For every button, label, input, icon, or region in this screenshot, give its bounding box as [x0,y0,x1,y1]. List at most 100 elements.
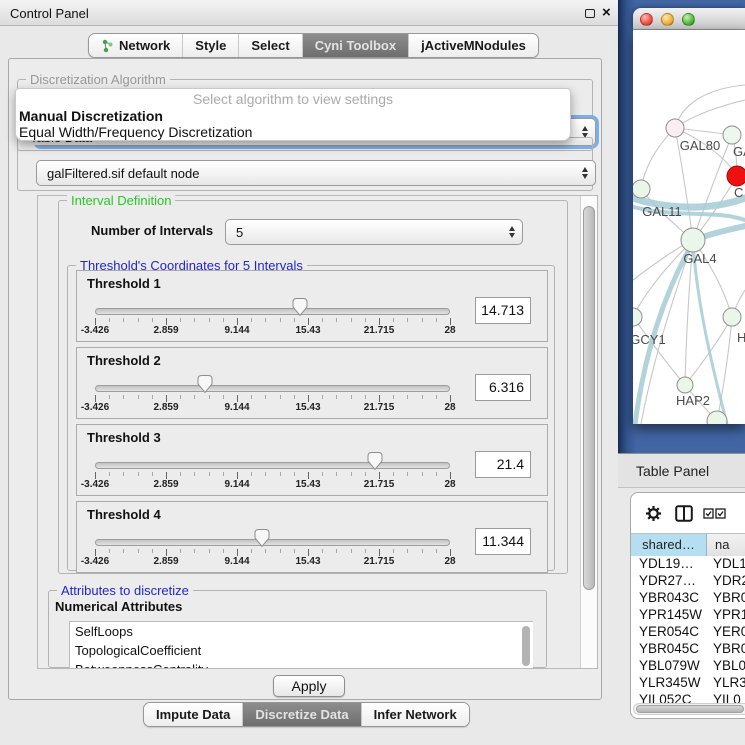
cell-name[interactable]: YIL0 [713,691,745,703]
node-red[interactable] [727,166,745,186]
cell-name[interactable]: YDR2 [713,572,745,589]
table-row[interactable]: YBR045C YBR0 [631,640,745,657]
cell-shared-name[interactable]: YIL052C [639,691,705,703]
minor-tick [336,549,337,553]
slider-thumb[interactable] [253,528,271,548]
tab-discretize-data[interactable]: Discretize Data [242,703,360,726]
cell-name[interactable]: YBR0 [713,640,745,657]
cell-shared-name[interactable]: YER054C [639,623,705,640]
minor-tick [365,549,366,553]
columns-icon[interactable] [675,505,693,522]
numerical-attributes-list[interactable]: SelfLoopsTopologicalCoefficientBetweenne… [69,621,533,668]
attribute-item-topologicalcoefficient[interactable]: TopologicalCoefficient [70,641,533,660]
cell-name[interactable]: YPR1 [713,606,745,623]
pane-scrollbar[interactable] [580,196,597,668]
threshold-value-field[interactable]: 14.713 [475,297,531,324]
table-data-select[interactable]: galFiltered.sif default node [36,160,596,186]
table-row[interactable]: YDL19… YDL1 [631,555,745,572]
attribute-item-betweennesscentrality[interactable]: BetweennessCentrality [70,660,533,668]
cell-shared-name[interactable]: YPR145W [639,606,705,623]
network-edge[interactable] [717,317,732,421]
node-hap2[interactable] [677,377,693,393]
cell-name[interactable]: YDL1 [713,555,745,572]
list-scrollbar-thumb[interactable] [522,626,530,666]
tab-label: Impute Data [156,707,230,722]
table-row[interactable]: YBL079W YBL0 [631,657,745,674]
number-of-intervals-select[interactable]: 5 [225,219,523,245]
table-horizontal-scrollbar[interactable] [633,703,745,715]
slider-track[interactable] [95,308,450,315]
major-tick [95,549,96,556]
table-row[interactable]: YBR043C YBR0 [631,589,745,606]
float-window-icon[interactable] [585,9,595,18]
numerical-attributes-label: Numerical Attributes [55,599,182,614]
table-row[interactable]: YER054C YER0 [631,623,745,640]
cell-name[interactable]: YLR3 [713,674,745,691]
table-hscroll-thumb[interactable] [636,705,744,713]
zoom-traffic-light-icon[interactable] [682,13,695,26]
node-h-partial-label: H [737,330,745,345]
network-edge[interactable] [633,317,685,385]
network-edge[interactable] [675,100,745,128]
minor-tick [294,549,295,553]
column-header-name[interactable]: na [707,534,745,556]
slider-thumb[interactable] [196,374,214,394]
cell-name[interactable]: YBR0 [713,589,745,606]
close-traffic-light-icon[interactable] [640,13,653,26]
tab-style[interactable]: Style [182,34,238,57]
table-row[interactable]: YIL052C YIL0 [631,691,745,703]
popup-option-equal-width-frequency-discretization[interactable]: Equal Width/Frequency Discretization [19,124,569,140]
node-h-partial[interactable] [723,308,741,326]
table-row[interactable]: YPR145W YPR1 [631,606,745,623]
tick-label: -3.426 [81,325,109,336]
tab-network[interactable]: Network [89,34,182,57]
table-row[interactable]: YDR27… YDR2 [631,572,745,589]
network-window-titlebar[interactable] [633,8,745,30]
minor-tick [436,318,437,322]
tab-infer-network[interactable]: Infer Network [361,703,469,726]
cell-shared-name[interactable]: YBL079W [639,657,705,674]
tab-cyni-toolbox[interactable]: Cyni Toolbox [302,34,408,57]
attribute-item-selfloops[interactable]: SelfLoops [70,622,533,641]
slider-track[interactable] [95,539,450,546]
cell-shared-name[interactable]: YBR045C [639,640,705,657]
tab-select[interactable]: Select [238,34,301,57]
popup-prompt: Select algorithm to view settings [16,91,570,107]
tick-label: 2.859 [153,479,178,490]
slider-thumb[interactable] [291,297,309,317]
threshold-value-field[interactable]: 6.316 [475,374,531,401]
tab-impute-data[interactable]: Impute Data [144,703,242,726]
settings-scroll-pane: Interval Definition Number of Intervals … [37,195,598,669]
minor-tick [280,472,281,476]
cell-name[interactable]: YBL0 [713,657,745,674]
network-edge[interactable] [641,128,675,189]
minimize-traffic-light-icon[interactable] [661,13,674,26]
cell-shared-name[interactable]: YDR27… [639,572,705,589]
minor-tick [265,472,266,476]
column-header-shared-name[interactable]: shared… [631,534,707,556]
table-row[interactable]: YLR345W YLR3 [631,674,745,691]
pane-scrollbar-thumb[interactable] [583,206,595,590]
slider-track[interactable] [95,385,450,392]
node-gcy1[interactable] [633,308,642,326]
node-gal-partial[interactable] [723,126,741,144]
popup-option-manual-discretization[interactable]: Manual Discretization [19,108,569,124]
gear-icon[interactable] [645,505,662,522]
close-icon[interactable]: × [602,4,611,21]
node-gal4[interactable] [681,228,705,252]
network-canvas[interactable]: GAL80GACGAL11GAL4GCY1HHAP2 [633,30,745,424]
apply-button[interactable]: Apply [273,675,345,697]
cell-shared-name[interactable]: YDL19… [639,555,705,572]
cell-shared-name[interactable]: YBR043C [639,589,705,606]
number-of-intervals-value: 5 [236,225,243,240]
node-gal80[interactable] [666,119,684,137]
cell-name[interactable]: YER0 [713,623,745,640]
threshold-value-field[interactable]: 11.344 [475,528,531,555]
select-columns-icon[interactable] [703,508,727,519]
cell-shared-name[interactable]: YLR345W [639,674,705,691]
slider-thumb[interactable] [366,451,384,471]
slider-track[interactable] [95,462,450,469]
threshold-value-field[interactable]: 21.4 [475,451,531,478]
tab-jactivemnodules[interactable]: jActiveMNodules [408,34,538,57]
node-gal11[interactable] [633,180,650,198]
